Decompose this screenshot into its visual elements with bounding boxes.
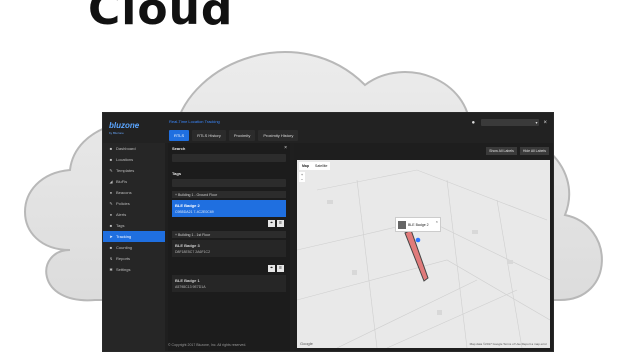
sidebar-item-dashboard[interactable]: ■ Dashboard (103, 143, 165, 154)
sidebar-item-settings[interactable]: ✱ Settings (103, 264, 165, 275)
tooltip-title: BLE Badge 2 (408, 222, 429, 227)
badge-title: BLE Badge 1 (175, 278, 200, 283)
settings-icon: ✱ (109, 267, 113, 272)
sidebar-item-label: Reports (116, 256, 131, 261)
tags-input[interactable] (172, 179, 286, 187)
google-logo: Google (300, 341, 313, 346)
map-panel: Show All Labels Hide All Labels Map Sate… (294, 143, 553, 351)
locate-icon[interactable]: ⌖ (268, 220, 275, 227)
badge-id: D8F18E5C7 2A6F1C2 (175, 250, 211, 254)
close-icon[interactable]: × (543, 120, 547, 126)
map-footer[interactable]: Map data ©2017 Google Terms of Use Repor… (470, 342, 547, 346)
bell-icon[interactable]: ● (471, 120, 477, 126)
sidebar-item-counting[interactable]: ■ Counting (103, 242, 165, 253)
badge-card-selected[interactable]: BLE Badge 2 C9B5DA21 7-4C2E0C69 (172, 200, 286, 217)
page-title: Real-Time Location Tracking (169, 119, 220, 124)
top-bar: bluzone by Bluzone Real-Time Location Tr… (103, 113, 553, 143)
zoom-control: + − (299, 172, 305, 182)
locate-icon[interactable]: ⌖ (268, 265, 275, 272)
sidebar-item-reports[interactable]: ↯ Reports (103, 253, 165, 264)
close-icon[interactable]: × (284, 145, 287, 151)
badge-card[interactable]: BLE Badge 3 D8F18E5C7 2A6F1C2 (172, 240, 286, 257)
map-type-switch: Map Satellite (299, 162, 331, 170)
sidebar-item-templates[interactable]: ✎ Templates (103, 165, 165, 176)
search-input[interactable] (172, 154, 286, 162)
map-canvas[interactable]: Map Satellite + − BLE Badge 2 × Google M… (297, 160, 550, 348)
sidebar-item-label: Beacons (116, 190, 132, 195)
alerts-icon: ● (109, 212, 113, 217)
sidebar-item-label: Templates (116, 168, 135, 173)
badge-zone-polygon (404, 229, 429, 282)
badge-actions: ⌖ ≡ (174, 265, 284, 272)
sidebar-item-label: BluFis (116, 179, 128, 184)
tab-rtls-history[interactable]: RTLS History (192, 130, 226, 141)
sidebar-item-label: Alerts (116, 212, 127, 217)
chevron-down-icon: ▾ (535, 120, 538, 125)
beacons-icon: ● (109, 190, 113, 195)
list-icon[interactable]: ≡ (277, 265, 284, 272)
zoom-out-button[interactable]: − (299, 177, 305, 182)
badge-id: C9B5DA21 7-4C2E0C69 (175, 210, 214, 214)
tab-rtls[interactable]: RTLS (169, 130, 190, 141)
search-label: Search (172, 146, 186, 151)
list-icon[interactable]: ≡ (277, 220, 284, 227)
tags-label: Tags (172, 171, 182, 176)
sidebar-item-locations[interactable]: ■ Locations (103, 154, 165, 165)
sidebar-item-label: Locations (116, 157, 134, 162)
satellite-tab[interactable]: Satellite (312, 162, 330, 170)
sidebar-item-label: Dashboard (116, 146, 136, 151)
counting-icon: ■ (109, 245, 113, 250)
copyright-text: © Copyright 2017 Bluzone, Inc. All right… (168, 343, 247, 347)
tracking-panel: × Search Tags + Building 1 - Ground Floo… (168, 143, 290, 351)
tab-proximity-history[interactable]: Proximity History (258, 130, 299, 141)
badge-actions: ⌖ ≡ (174, 220, 284, 227)
badge-card[interactable]: BLE Badge 1 A5798C13 9E7D1A (172, 275, 286, 292)
reports-icon: ↯ (109, 256, 113, 261)
sidebar-item-tracking[interactable]: ➤ Tracking (103, 231, 165, 242)
sidebar-item-label: Tags (116, 223, 125, 228)
locations-icon: ■ (109, 157, 113, 162)
sidebar-item-blufis[interactable]: ◢ BluFis (103, 176, 165, 187)
sidebar-item-alerts[interactable]: ● Alerts (103, 209, 165, 220)
bluzone-logo[interactable]: bluzone by Bluzone (109, 121, 163, 137)
map-tab[interactable]: Map (299, 162, 312, 170)
sidebar: ■ Dashboard ■ Locations ✎ Templates ◢ BluFis… (103, 143, 165, 351)
logo-text: bluzone (109, 121, 140, 130)
badge-thumbnail (398, 220, 406, 229)
tracking-icon: ➤ (109, 234, 113, 239)
user-menu[interactable]: ▾ (481, 119, 540, 126)
badge-id: A5798C13 9E7D1A (175, 285, 206, 289)
blufis-icon: ◢ (109, 179, 113, 184)
badge-title: BLE Badge 2 (175, 203, 200, 208)
tab-bar: RTLS RTLS History Proximity Proximity Hi… (169, 130, 299, 141)
sidebar-item-label: Settings (116, 267, 131, 272)
hide-all-labels-button[interactable]: Hide All Labels (519, 147, 549, 155)
tab-proximity[interactable]: Proximity (228, 130, 256, 141)
app-window: bluzone by Bluzone Real-Time Location Tr… (102, 112, 554, 352)
badge-title: BLE Badge 3 (175, 243, 200, 248)
sidebar-item-label: Tracking (116, 234, 132, 239)
badge-location-marker (415, 237, 421, 243)
tags-icon: ■ (109, 223, 113, 228)
badge-tooltip[interactable]: BLE Badge 2 × (395, 217, 441, 232)
policies-icon: ✎ (109, 201, 113, 206)
sidebar-item-label: Counting (116, 245, 133, 250)
top-right-controls: ● ▾ × (471, 119, 547, 126)
sidebar-item-beacons[interactable]: ● Beacons (103, 187, 165, 198)
sidebar-item-policies[interactable]: ✎ Policies (103, 198, 165, 209)
close-icon[interactable]: × (436, 219, 438, 224)
floor-group-header[interactable]: + Building 1 - 1st Floor (172, 231, 286, 238)
dashboard-icon: ■ (109, 146, 113, 151)
map-label-buttons: Show All Labels Hide All Labels (486, 147, 549, 155)
sidebar-item-tags[interactable]: ■ Tags (103, 220, 165, 231)
floor-plan (297, 169, 550, 348)
logo-subtext: by Bluzone (109, 131, 124, 135)
show-all-labels-button[interactable]: Show All Labels (486, 147, 517, 155)
sidebar-item-label: Policies (116, 201, 130, 206)
templates-icon: ✎ (109, 168, 113, 173)
floor-group-header[interactable]: + Building 1 - Ground Floor (172, 191, 286, 198)
